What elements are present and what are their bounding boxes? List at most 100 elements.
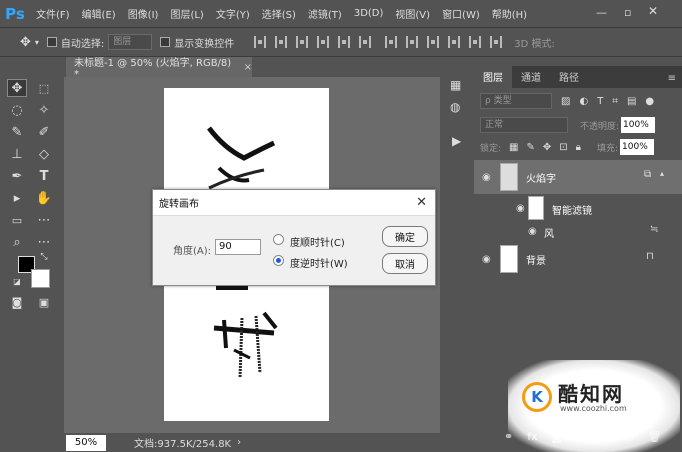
cancel-button[interactable]: 取消: [382, 253, 428, 274]
swap-colors-icon[interactable]: ⤡: [38, 251, 50, 263]
menu-view[interactable]: 视图(V): [389, 6, 436, 21]
visibility-eye-icon[interactable]: ◉: [516, 203, 525, 214]
properties-panel-icon[interactable]: ◍: [450, 100, 460, 114]
layer-row-flame-text[interactable]: ◉ 火焰字 ⧉ ▴: [474, 160, 682, 194]
play-action-icon[interactable]: ▶: [452, 134, 461, 148]
tab-channels[interactable]: 通道: [512, 65, 550, 88]
marquee-tool-icon[interactable]: ⬚: [34, 79, 54, 97]
lock-artboard-icon[interactable]: ⊡: [559, 142, 567, 153]
close-tab-icon[interactable]: ×: [244, 62, 252, 73]
menu-image[interactable]: 图像(I): [122, 6, 165, 21]
magic-wand-tool-icon[interactable]: ✧: [34, 101, 54, 119]
zoom-level[interactable]: 50%: [66, 434, 106, 451]
show-transform-checkbox[interactable]: [160, 37, 171, 47]
hand-tool-icon[interactable]: ✋: [34, 189, 54, 207]
align-right-icon[interactable]: [359, 36, 372, 48]
type-tool-icon[interactable]: T: [34, 167, 54, 185]
filter-type-icon[interactable]: T: [597, 96, 603, 107]
eyedropper-tool-icon[interactable]: ✎: [7, 123, 27, 141]
status-arrow-icon[interactable]: ›: [237, 437, 241, 448]
minimize-button[interactable]: —: [596, 6, 607, 19]
screen-mode-icon[interactable]: ▣: [34, 293, 54, 311]
distribute-vcenter-icon[interactable]: [406, 36, 419, 48]
panel-tabs: 图层 通道 路径 ≡: [474, 65, 682, 88]
dropdown-icon[interactable]: ▾: [35, 38, 39, 47]
filter-smart-icon[interactable]: ▤: [627, 96, 636, 107]
filter-adjustment-icon[interactable]: ◐: [579, 96, 588, 107]
expand-chevron-icon[interactable]: ▴: [660, 169, 664, 178]
menu-bar: Ps 文件(F) 编辑(E) 图像(I) 图层(L) 文字(Y) 选择(S) 滤…: [0, 0, 682, 27]
stamp-tool-icon[interactable]: ⊥: [7, 145, 27, 163]
tab-layers[interactable]: 图层: [474, 65, 512, 88]
menu-select[interactable]: 选择(S): [256, 6, 302, 21]
eraser-tool-icon[interactable]: ◇: [34, 145, 54, 163]
close-window-button[interactable]: ✕: [648, 4, 658, 18]
menu-edit[interactable]: 编辑(E): [76, 6, 122, 21]
align-bottom-icon[interactable]: [296, 36, 309, 48]
layer-row-smart-filters[interactable]: ◉ 智能滤镜: [474, 194, 682, 222]
opacity-input[interactable]: 100%: [621, 117, 656, 133]
lasso-tool-icon[interactable]: ◌: [7, 101, 27, 119]
distribute-bottom-icon[interactable]: [427, 36, 440, 48]
clockwise-radio[interactable]: [273, 234, 284, 245]
filter-shape-icon[interactable]: ⌗: [612, 96, 618, 107]
auto-select-checkbox[interactable]: [46, 37, 57, 47]
lock-pixels-icon[interactable]: ▦: [509, 142, 518, 153]
distribute-left-icon[interactable]: [448, 36, 461, 48]
distribute-hcenter-icon[interactable]: [469, 36, 482, 48]
document-tab[interactable]: 未标题-1 @ 50% (火焰字, RGB/8) * ×: [66, 57, 252, 80]
watermark-url: www.coozhi.com: [560, 404, 627, 413]
clockwise-label[interactable]: 度顺时针(C): [290, 234, 345, 249]
background-color-swatch[interactable]: [31, 269, 50, 288]
layer-filter-dropdown[interactable]: ρ 类型: [480, 93, 552, 109]
close-icon[interactable]: ✕: [416, 195, 427, 210]
menu-filter[interactable]: 滤镜(T): [302, 6, 348, 21]
panel-menu-icon[interactable]: ≡: [668, 73, 676, 88]
auto-select-dropdown[interactable]: 图层: [108, 34, 153, 50]
visibility-eye-icon[interactable]: ◉: [482, 172, 491, 183]
distribute-top-icon[interactable]: [385, 36, 398, 48]
zoom-tool-icon[interactable]: ⌕: [7, 233, 27, 251]
align-hcenter-icon[interactable]: [338, 36, 351, 48]
move-tool-icon[interactable]: ✥: [7, 79, 27, 97]
maximize-button[interactable]: ▫: [624, 6, 631, 19]
layer-row-background[interactable]: ◉ 背景 ⊓: [474, 242, 682, 276]
layer-row-wind-filter[interactable]: ◉ 风 ≒: [474, 222, 682, 240]
lock-all-icon[interactable]: 🔒︎: [576, 142, 581, 153]
menu-layer[interactable]: 图层(L): [164, 6, 209, 21]
smart-object-thumbnail: [500, 163, 518, 191]
pen-tool-icon[interactable]: ✒: [7, 167, 27, 185]
shape-tool-icon[interactable]: ⋯: [34, 233, 54, 251]
filter-toggle-icon[interactable]: ●: [645, 96, 654, 107]
counterclockwise-radio[interactable]: [273, 255, 284, 266]
ok-button[interactable]: 确定: [382, 226, 428, 247]
lock-paint-icon[interactable]: ✎: [527, 142, 535, 153]
angle-input[interactable]: 90: [215, 239, 261, 255]
rectangle-tool-icon[interactable]: ▭: [7, 211, 27, 229]
align-vcenter-icon[interactable]: [275, 36, 288, 48]
align-left-icon[interactable]: [317, 36, 330, 48]
align-top-icon[interactable]: [254, 36, 267, 48]
visibility-eye-icon[interactable]: ◉: [528, 226, 537, 237]
quick-mask-icon[interactable]: ◙: [7, 293, 27, 311]
brush-tool-icon[interactable]: ✐: [34, 123, 54, 141]
tab-paths[interactable]: 路径: [550, 65, 588, 88]
menu-file[interactable]: 文件(F): [30, 6, 76, 21]
menu-help[interactable]: 帮助(H): [486, 6, 533, 21]
default-colors-icon[interactable]: ◪: [12, 276, 22, 286]
fill-input[interactable]: 100%: [620, 139, 655, 155]
menu-3d[interactable]: 3D(D): [348, 8, 390, 19]
filter-pixel-icon[interactable]: ▨: [561, 96, 570, 107]
filter-options-icon[interactable]: ≒: [650, 224, 658, 235]
menu-type[interactable]: 文字(Y): [210, 6, 256, 21]
auto-align-icon[interactable]: [490, 36, 503, 48]
path-select-tool-icon[interactable]: ▸: [7, 189, 27, 207]
lock-position-icon[interactable]: ✥: [543, 142, 551, 153]
more-tools-icon[interactable]: ⋯: [34, 211, 54, 229]
counterclockwise-label[interactable]: 度逆时针(W): [290, 255, 348, 270]
move-icon[interactable]: ✥: [20, 35, 31, 50]
blend-mode-dropdown[interactable]: 正常: [480, 117, 568, 133]
visibility-eye-icon[interactable]: ◉: [482, 254, 491, 265]
menu-window[interactable]: 窗口(W): [436, 6, 486, 21]
color-panel-icon[interactable]: ▦: [450, 78, 461, 92]
